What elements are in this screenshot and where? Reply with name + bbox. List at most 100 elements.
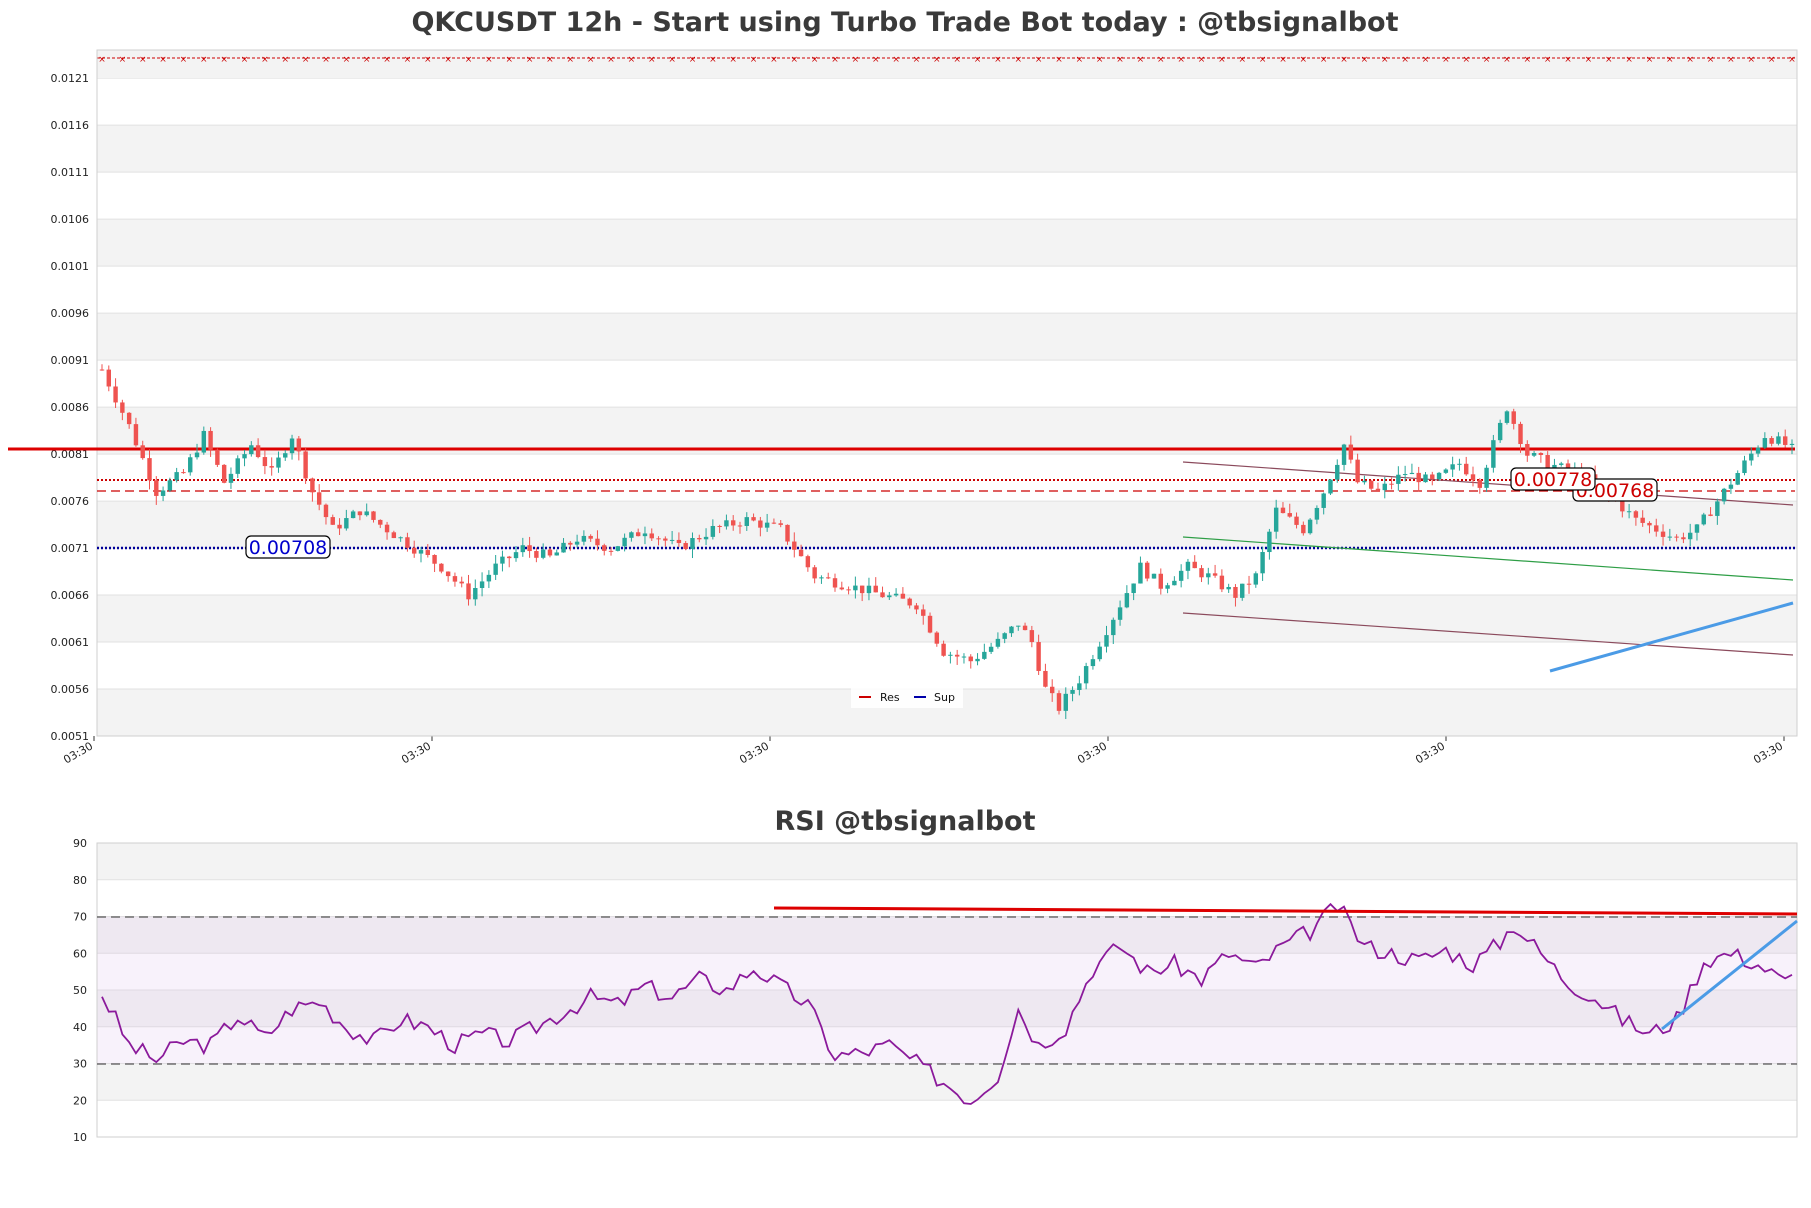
candle-body bbox=[1511, 411, 1516, 424]
candle-body bbox=[133, 424, 139, 446]
candle-body bbox=[1654, 525, 1659, 532]
top-marker: × bbox=[689, 55, 697, 65]
price-y-tick: 0.0101 bbox=[51, 260, 90, 273]
candle-body bbox=[635, 532, 641, 537]
candle-body bbox=[927, 615, 933, 633]
candle-body bbox=[1484, 467, 1489, 488]
candle-body bbox=[1362, 480, 1367, 483]
candle-body bbox=[201, 430, 207, 453]
rsi-grid-band bbox=[97, 843, 1797, 880]
candle-body bbox=[1280, 507, 1286, 514]
top-marker: × bbox=[607, 55, 615, 65]
top-marker: × bbox=[1524, 55, 1532, 65]
candle-body bbox=[1063, 693, 1068, 711]
top-marker: × bbox=[1218, 55, 1226, 65]
candle-body bbox=[1083, 666, 1089, 684]
candle-body bbox=[1457, 463, 1462, 465]
candle-body bbox=[785, 524, 790, 542]
price-y-axis: 0.0051 0.0056 0.0061 0.0066 0.0071 0.0076 0.00… bbox=[51, 72, 90, 743]
candle-body bbox=[1755, 447, 1761, 454]
candle-body bbox=[432, 555, 437, 564]
top-marker: × bbox=[1585, 55, 1593, 65]
candle-body bbox=[866, 585, 872, 594]
candle-body bbox=[1273, 507, 1279, 532]
candle-body bbox=[303, 451, 308, 479]
price-y-tick: 0.0071 bbox=[51, 542, 90, 555]
candle-body bbox=[1138, 562, 1143, 584]
top-marker: × bbox=[1361, 55, 1369, 65]
top-marker: × bbox=[363, 55, 371, 65]
top-marker: × bbox=[159, 55, 167, 65]
candle-body bbox=[1436, 472, 1442, 480]
price-y-tick: 0.0076 bbox=[51, 495, 90, 508]
candle-body bbox=[1165, 585, 1170, 589]
candle-body bbox=[921, 609, 926, 616]
top-marker: × bbox=[1442, 55, 1450, 65]
grid-band bbox=[97, 313, 1797, 361]
top-marker: × bbox=[180, 55, 188, 65]
top-marker: × bbox=[709, 55, 717, 65]
candle-body bbox=[540, 549, 546, 558]
candle-body bbox=[826, 577, 831, 579]
candle-body bbox=[1199, 568, 1204, 578]
candle-body bbox=[1674, 536, 1679, 538]
candle-body bbox=[1450, 464, 1455, 470]
candle-body bbox=[113, 386, 118, 403]
price-y-tick: 0.0111 bbox=[51, 166, 90, 179]
candle-body bbox=[771, 522, 777, 524]
grid-band bbox=[97, 125, 1797, 173]
top-marker: × bbox=[913, 55, 921, 65]
candle-body bbox=[792, 541, 797, 550]
candle-body bbox=[547, 549, 553, 556]
top-marker: × bbox=[729, 55, 737, 65]
candle-body bbox=[615, 546, 621, 551]
candle-body bbox=[486, 574, 492, 582]
candle-body bbox=[859, 585, 865, 594]
rsi-y-tick: 10 bbox=[73, 1131, 87, 1144]
top-marker: × bbox=[1646, 55, 1654, 65]
candle-body bbox=[737, 525, 743, 527]
candle-body bbox=[126, 412, 132, 425]
candle-body bbox=[181, 472, 186, 474]
candle-body bbox=[622, 537, 627, 547]
price-x-tick: 03:30 bbox=[399, 739, 433, 766]
candle-body bbox=[724, 520, 729, 527]
candle-body bbox=[1742, 460, 1747, 474]
candle-body bbox=[160, 490, 166, 496]
candle-body bbox=[1090, 659, 1096, 667]
candle-body bbox=[513, 552, 519, 559]
candle-body bbox=[1348, 444, 1354, 460]
top-marker: × bbox=[1666, 55, 1674, 65]
top-marker: × bbox=[1014, 55, 1022, 65]
top-marker: × bbox=[1320, 55, 1328, 65]
rsi-y-tick: 80 bbox=[73, 874, 87, 887]
top-marker: × bbox=[119, 55, 127, 65]
candle-body bbox=[357, 511, 363, 516]
candle-body bbox=[1626, 511, 1632, 513]
top-marker: × bbox=[750, 55, 758, 65]
candle-body bbox=[425, 550, 430, 556]
candle-body bbox=[1009, 626, 1014, 634]
candle-body bbox=[1253, 573, 1259, 585]
rsi-y-tick: 40 bbox=[73, 1021, 87, 1034]
top-marker: × bbox=[1788, 55, 1796, 65]
grid-band bbox=[97, 595, 1797, 643]
top-marker: × bbox=[1259, 55, 1267, 65]
candle-body bbox=[717, 525, 722, 527]
candle-body bbox=[1328, 479, 1333, 494]
top-marker: × bbox=[994, 55, 1002, 65]
top-marker: × bbox=[1503, 55, 1511, 65]
top-marker: × bbox=[1748, 55, 1756, 65]
top-marker: × bbox=[98, 55, 106, 65]
candle-body bbox=[1240, 583, 1245, 598]
candle-body bbox=[350, 511, 356, 519]
resistance-price-label-1: 0.00778 bbox=[1510, 467, 1596, 491]
top-marker: × bbox=[281, 55, 289, 65]
candle-body bbox=[371, 511, 376, 520]
top-marker: × bbox=[1422, 55, 1430, 65]
price-y-tick: 0.0086 bbox=[51, 401, 90, 414]
candle-body bbox=[907, 598, 912, 606]
candle-body bbox=[262, 457, 268, 467]
candle-body bbox=[744, 517, 749, 526]
candle-body bbox=[1518, 423, 1523, 445]
